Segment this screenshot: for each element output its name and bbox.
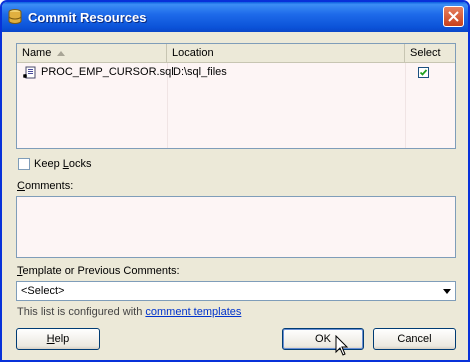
resources-table: Name Location Select PROC_EMP_CURSOR.sql… [16, 43, 456, 149]
sort-ascending-icon [57, 50, 66, 56]
help-label-suffix: elp [54, 333, 70, 345]
comment-templates-link[interactable]: comment templates [145, 306, 241, 318]
sql-file-icon [23, 66, 36, 79]
column-header-location[interactable]: Location [167, 44, 405, 62]
keep-locks-label-prefix: Keep [34, 158, 63, 170]
close-button[interactable] [443, 6, 464, 27]
template-label-suffix: emplate or Previous Comments: [22, 265, 180, 277]
ok-button[interactable]: OK [282, 328, 364, 350]
mouse-pointer-icon [335, 335, 349, 356]
title-bar[interactable]: Commit Resources [2, 2, 468, 32]
column-header-name[interactable]: Name [17, 44, 167, 62]
keep-locks-label[interactable]: Keep Locks [34, 158, 92, 170]
help-mnemonic: H [46, 333, 55, 345]
template-select[interactable]: <Select> [16, 281, 456, 301]
file-name: PROC_EMP_CURSOR.sql [41, 66, 174, 78]
dropdown-arrow-icon [443, 289, 451, 294]
comments-mnemonic: C [17, 180, 25, 192]
database-icon [8, 9, 22, 24]
window-title: Commit Resources [28, 10, 147, 25]
checkmark-icon [419, 69, 428, 76]
template-select-value: <Select> [21, 285, 65, 297]
close-icon [448, 11, 459, 22]
keep-locks-label-suffix: ocks [68, 158, 92, 170]
table-header: Name Location Select [17, 44, 455, 63]
comments-label: Comments: [17, 180, 73, 192]
dialog-body: Name Location Select PROC_EMP_CURSOR.sql… [2, 32, 468, 360]
info-text-prefix: This list is configured with [17, 306, 146, 318]
info-text: This list is configured with comment tem… [17, 306, 241, 318]
column-header-select[interactable]: Select [405, 44, 455, 62]
table-body: PROC_EMP_CURSOR.sql D:\sql_files [17, 63, 455, 148]
comments-label-suffix: omments: [24, 180, 74, 192]
comments-textarea[interactable] [16, 196, 456, 258]
select-checkbox[interactable] [418, 67, 429, 78]
file-location: D:\sql_files [173, 66, 227, 78]
column-header-name-label: Name [22, 47, 52, 59]
help-button[interactable]: Help [16, 328, 100, 350]
cancel-button[interactable]: Cancel [373, 328, 456, 350]
template-label: Template or Previous Comments: [17, 265, 180, 277]
commit-resources-dialog: Commit Resources Name Location Select PR… [0, 0, 470, 362]
keep-locks-checkbox[interactable] [18, 158, 30, 170]
table-row[interactable]: PROC_EMP_CURSOR.sql D:\sql_files [17, 63, 455, 83]
